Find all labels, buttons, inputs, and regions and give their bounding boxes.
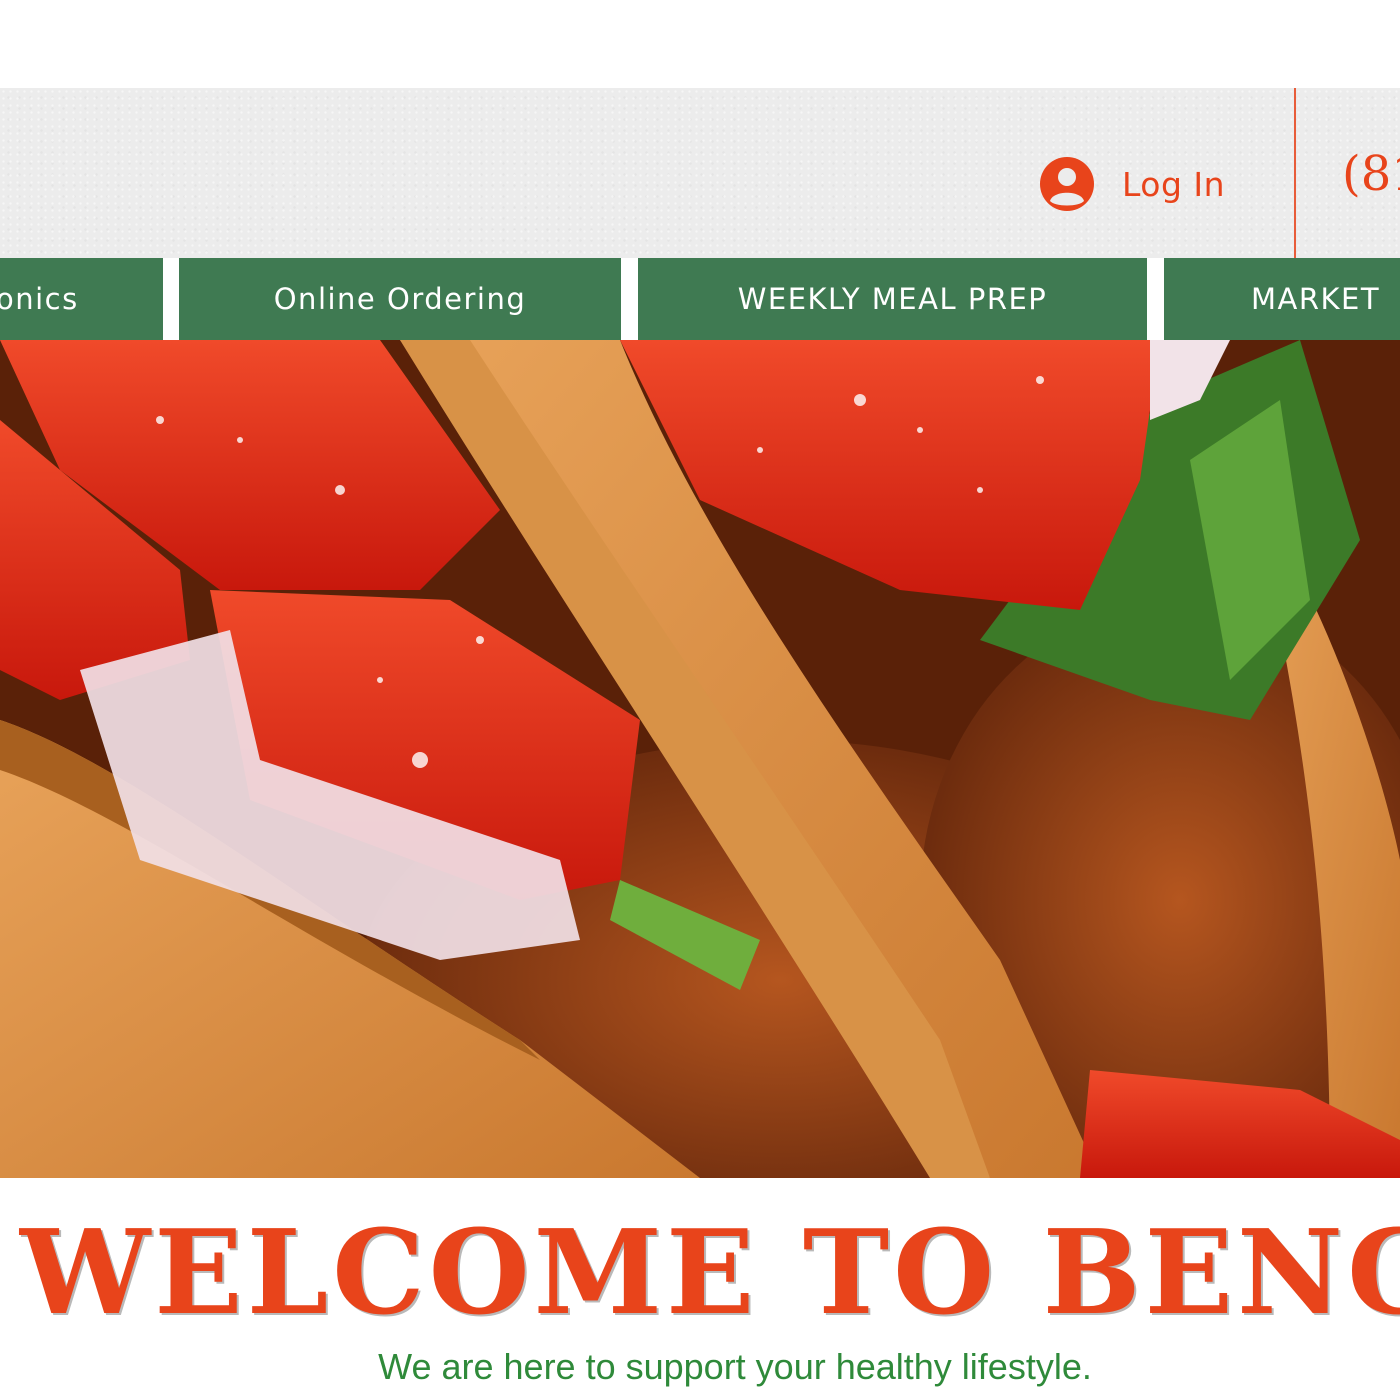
- nav-item-electronics[interactable]: onics: [0, 258, 163, 340]
- nav-item-label: WEEKLY MEAL PREP: [737, 282, 1048, 316]
- site-header: Log In (81: [0, 88, 1400, 258]
- nav-item-label: Online Ordering: [273, 282, 527, 316]
- login-button[interactable]: Log In: [1040, 156, 1225, 212]
- nav-item-online-ordering[interactable]: Online Ordering: [179, 258, 621, 340]
- welcome-tagline: We are here to support your healthy life…: [378, 1346, 1092, 1387]
- nav-item-market[interactable]: MARKET: [1164, 258, 1400, 340]
- hero-image: [0, 340, 1400, 1178]
- hero-tacos-illustration: [0, 340, 1400, 1178]
- main-nav: onics Online Ordering WEEKLY MEAL PREP M…: [0, 258, 1400, 340]
- welcome-section: WELCOME TO BENG: [0, 1205, 1400, 1345]
- avatar-icon: [1040, 157, 1094, 211]
- header-divider: [1294, 88, 1296, 258]
- nav-item-label: onics: [0, 282, 79, 316]
- welcome-title: WELCOME TO BENG: [20, 1205, 1400, 1341]
- login-label: Log In: [1122, 164, 1226, 204]
- phone-number[interactable]: (81: [1342, 146, 1400, 202]
- nav-item-label: MARKET: [1251, 282, 1381, 316]
- nav-item-weekly-meal-prep[interactable]: WEEKLY MEAL PREP: [638, 258, 1147, 340]
